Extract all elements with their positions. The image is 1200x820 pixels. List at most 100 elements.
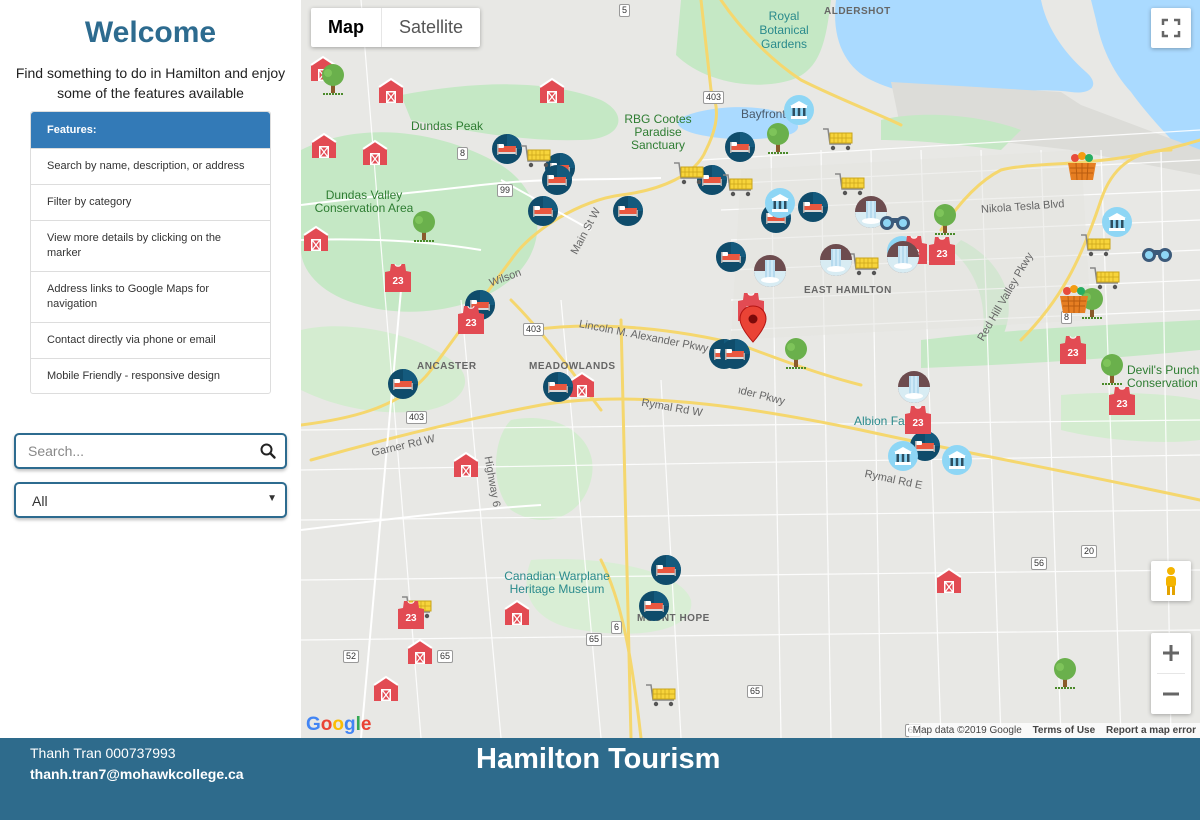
intro-text: Find something to do in Hamilton and enj… — [15, 65, 286, 101]
map-view-button[interactable]: Map — [311, 8, 382, 47]
label-dundas-peak: Dundas Peak — [411, 119, 484, 133]
satellite-view-button[interactable]: Satellite — [382, 8, 480, 47]
hotel-marker-icon[interactable] — [724, 131, 756, 168]
route-shield: 8 — [457, 147, 469, 160]
barn-marker-icon[interactable] — [360, 138, 390, 171]
google-logo[interactable]: Google — [306, 714, 371, 736]
report-map-error-link[interactable]: Report a map error — [1106, 725, 1196, 736]
barn-marker-icon[interactable] — [934, 566, 964, 599]
zoom-control — [1151, 633, 1191, 714]
shopping-cart-marker-icon[interactable] — [519, 143, 553, 174]
search-input[interactable] — [16, 435, 246, 467]
barn-marker-icon[interactable] — [405, 637, 435, 670]
label-devils-punch: Devil's Punch Conservation — [1127, 363, 1200, 390]
hotel-marker-icon[interactable] — [612, 195, 644, 232]
terms-of-use-link[interactable]: Terms of Use — [1033, 725, 1096, 736]
tree-marker-icon[interactable] — [410, 209, 438, 248]
museum-marker-icon[interactable] — [941, 444, 973, 481]
feature-item: Mobile Friendly - responsive design — [31, 358, 270, 393]
route-shield: 403 — [406, 411, 428, 424]
fullscreen-icon — [1161, 18, 1181, 38]
author-name: Thanh Tran 000737993 — [30, 745, 176, 761]
tree-marker-icon[interactable] — [782, 336, 810, 375]
binoculars-marker-icon[interactable] — [1140, 243, 1174, 268]
barn-marker-icon[interactable] — [502, 598, 532, 631]
search-box — [14, 433, 287, 469]
feature-item: Search by name, description, or address — [31, 148, 270, 184]
barn-marker-icon[interactable] — [309, 131, 339, 164]
barn-marker-icon[interactable] — [376, 76, 406, 109]
fullscreen-button[interactable] — [1151, 8, 1191, 48]
shopping-cart-marker-icon[interactable] — [821, 126, 855, 157]
hotel-marker-icon[interactable] — [638, 590, 670, 627]
label-ancaster: ANCASTER — [417, 361, 477, 372]
jersey-marker-icon[interactable]: 23 — [384, 263, 412, 298]
hotel-marker-icon[interactable] — [387, 368, 419, 405]
jersey-number: 23 — [936, 249, 948, 260]
jersey-marker-icon[interactable]: 23 — [904, 405, 932, 440]
jersey-marker-icon[interactable]: 23 — [1108, 386, 1136, 421]
fruit-basket-marker-icon[interactable] — [1065, 150, 1099, 187]
shopping-cart-marker-icon[interactable] — [721, 172, 755, 203]
waterfall-marker-icon[interactable] — [753, 254, 787, 293]
caret-down-icon: ▼ — [267, 493, 277, 504]
category-select[interactable]: All ▼ — [14, 482, 287, 518]
pegman-icon — [1166, 567, 1176, 595]
tree-marker-icon[interactable] — [319, 62, 347, 101]
street-view-button[interactable] — [1151, 561, 1191, 601]
feature-item: Filter by category — [31, 184, 270, 220]
jersey-number: 23 — [912, 418, 924, 429]
hotel-marker-icon[interactable] — [527, 195, 559, 232]
museum-marker-icon[interactable] — [783, 94, 815, 131]
footer: Thanh Tran 000737993 thanh.tran7@mohawkc… — [0, 738, 1200, 820]
map-type-control: Map Satellite — [311, 8, 481, 47]
route-shield: 52 — [343, 650, 360, 663]
zoom-out-button[interactable] — [1151, 674, 1191, 714]
park-south — [496, 418, 593, 520]
jersey-marker-icon[interactable]: 23 — [397, 600, 425, 635]
route-shield: 56 — [1031, 557, 1048, 570]
jersey-marker-icon[interactable]: 23 — [457, 305, 485, 340]
footer-title: Hamilton Tourism — [476, 743, 721, 775]
hotel-marker-icon[interactable] — [650, 554, 682, 591]
route-shield: 403 — [703, 91, 725, 104]
museum-marker-icon[interactable] — [887, 440, 919, 477]
map[interactable]: Royal Botanical Gardens ALDERSHOT Dundas… — [301, 0, 1200, 738]
hotel-marker-icon[interactable] — [797, 191, 829, 228]
zoom-in-button[interactable] — [1151, 633, 1191, 673]
tree-marker-icon[interactable] — [1051, 656, 1079, 695]
fruit-basket-marker-icon[interactable] — [1057, 283, 1091, 320]
shopping-cart-marker-icon[interactable] — [644, 682, 678, 713]
jersey-marker-icon[interactable]: 23 — [1059, 335, 1087, 370]
jersey-marker-icon[interactable]: 23 — [928, 236, 956, 271]
waterfall-marker-icon[interactable] — [897, 370, 931, 409]
museum-marker-icon[interactable] — [764, 187, 796, 224]
app: Welcome Find something to do in Hamilton… — [0, 0, 1200, 820]
barn-marker-icon[interactable] — [537, 76, 567, 109]
features-panel: Features: Search by name, description, o… — [30, 111, 271, 394]
barn-marker-icon[interactable] — [451, 450, 481, 483]
binoculars-marker-icon[interactable] — [878, 211, 912, 236]
label-royal-botanical-gardens: Royal Botanical Gardens — [759, 9, 809, 51]
jersey-number: 23 — [1116, 399, 1128, 410]
museum-marker-icon[interactable] — [1101, 206, 1133, 243]
author-email: thanh.tran7@mohawkcollege.ca — [30, 766, 244, 782]
features-header: Features: — [31, 112, 270, 148]
location-pin-icon[interactable] — [739, 305, 767, 348]
waterfall-marker-icon[interactable] — [819, 243, 853, 282]
feature-item: View more details by clicking on the mar… — [31, 220, 270, 271]
shopping-cart-marker-icon[interactable] — [672, 160, 706, 191]
search-icon[interactable] — [259, 442, 277, 460]
label-east-hamilton: EAST HAMILTON — [804, 285, 892, 296]
barn-marker-icon[interactable] — [371, 674, 401, 707]
route-shield: 65 — [586, 633, 603, 646]
feature-item: Address links to Google Maps for navigat… — [31, 271, 270, 322]
waterfall-marker-icon[interactable] — [886, 240, 920, 279]
hotel-marker-icon[interactable] — [542, 371, 574, 408]
label-bayfront: Bayfront — [741, 107, 786, 121]
route-shield: 5 — [619, 4, 631, 17]
hotel-marker-icon[interactable] — [715, 241, 747, 278]
welcome-heading: Welcome — [84, 16, 217, 49]
barn-marker-icon[interactable] — [301, 224, 331, 257]
label-dundas-valley: Dundas Valley Conservation Area — [314, 188, 414, 215]
